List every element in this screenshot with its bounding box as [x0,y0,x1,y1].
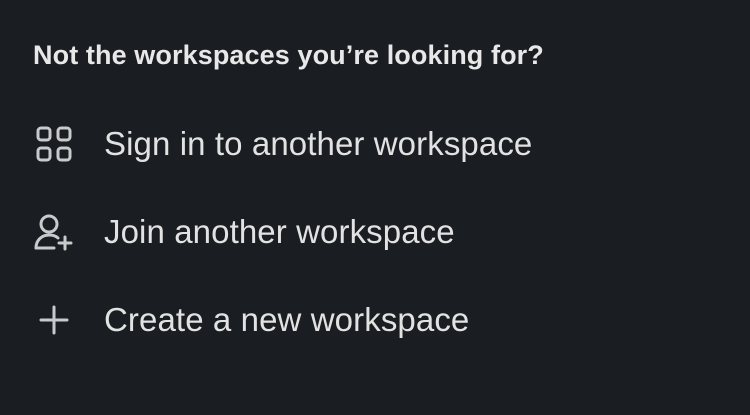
workspace-options-panel: Not the workspaces you’re looking for? S… [0,0,750,415]
join-another-workspace-label: Join another workspace [104,213,455,250]
sign-in-another-workspace-label: Sign in to another workspace [104,125,533,162]
create-new-workspace-label: Create a new workspace [104,301,470,338]
sign-in-another-workspace-option[interactable]: Sign in to another workspace [28,113,648,175]
user-add-icon [28,206,80,258]
section-heading: Not the workspaces you’re looking for? [33,40,544,70]
join-another-workspace-option[interactable]: Join another workspace [28,201,648,263]
grid-icon [28,118,80,170]
plus-icon [28,294,80,346]
create-new-workspace-option[interactable]: Create a new workspace [28,289,648,351]
